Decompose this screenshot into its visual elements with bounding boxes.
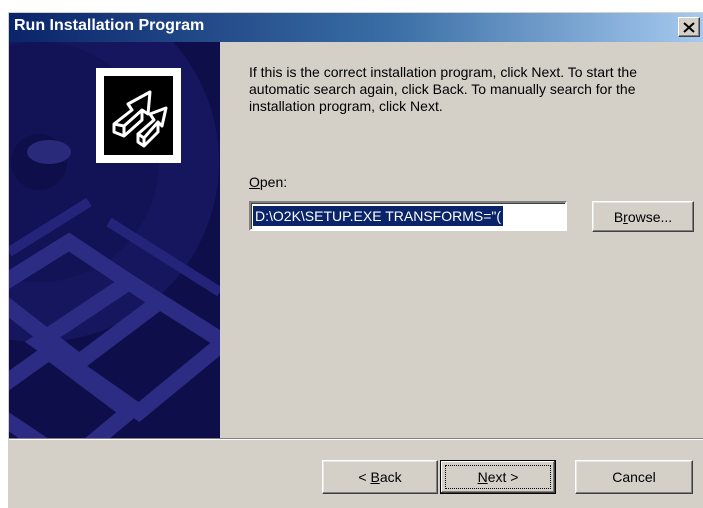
browse-button[interactable]: Br owse... <box>592 201 694 232</box>
instruction-text: If this is the correct installation prog… <box>249 64 638 114</box>
dialog-window: Run Installation Program If this is the … <box>8 12 703 508</box>
open-label-accelerator: O <box>249 174 260 190</box>
open-label-text: pen: <box>259 174 288 190</box>
close-button[interactable] <box>678 17 700 37</box>
setup-logo <box>96 68 181 163</box>
open-input-value: D:\O2K\SETUP.EXE TRANSFORMS="( <box>253 206 504 226</box>
setup-arrow-icon <box>112 90 168 148</box>
button-separator <box>9 438 703 440</box>
side-graphic-panel <box>9 42 220 438</box>
browse-label-pre: B <box>613 208 624 225</box>
back-label-accelerator: B <box>370 469 380 485</box>
window-title: Run Installation Program <box>14 17 205 34</box>
title-bar[interactable]: Run Installation Program <box>9 13 703 42</box>
setup-logo-background <box>104 76 173 155</box>
back-label-pre: < <box>358 469 371 485</box>
cancel-button[interactable]: Cancel <box>575 460 693 494</box>
close-icon <box>683 21 695 33</box>
next-button[interactable]: Next > <box>440 460 556 494</box>
cancel-label: Cancel <box>612 469 656 485</box>
next-focus-rect <box>445 465 551 489</box>
open-label: Open: <box>249 174 287 190</box>
open-input[interactable]: D:\O2K\SETUP.EXE TRANSFORMS="( <box>249 201 567 231</box>
back-label-post: ack <box>379 469 402 485</box>
back-button[interactable]: < Back <box>322 460 438 494</box>
browse-label-post: owse... <box>627 208 673 225</box>
